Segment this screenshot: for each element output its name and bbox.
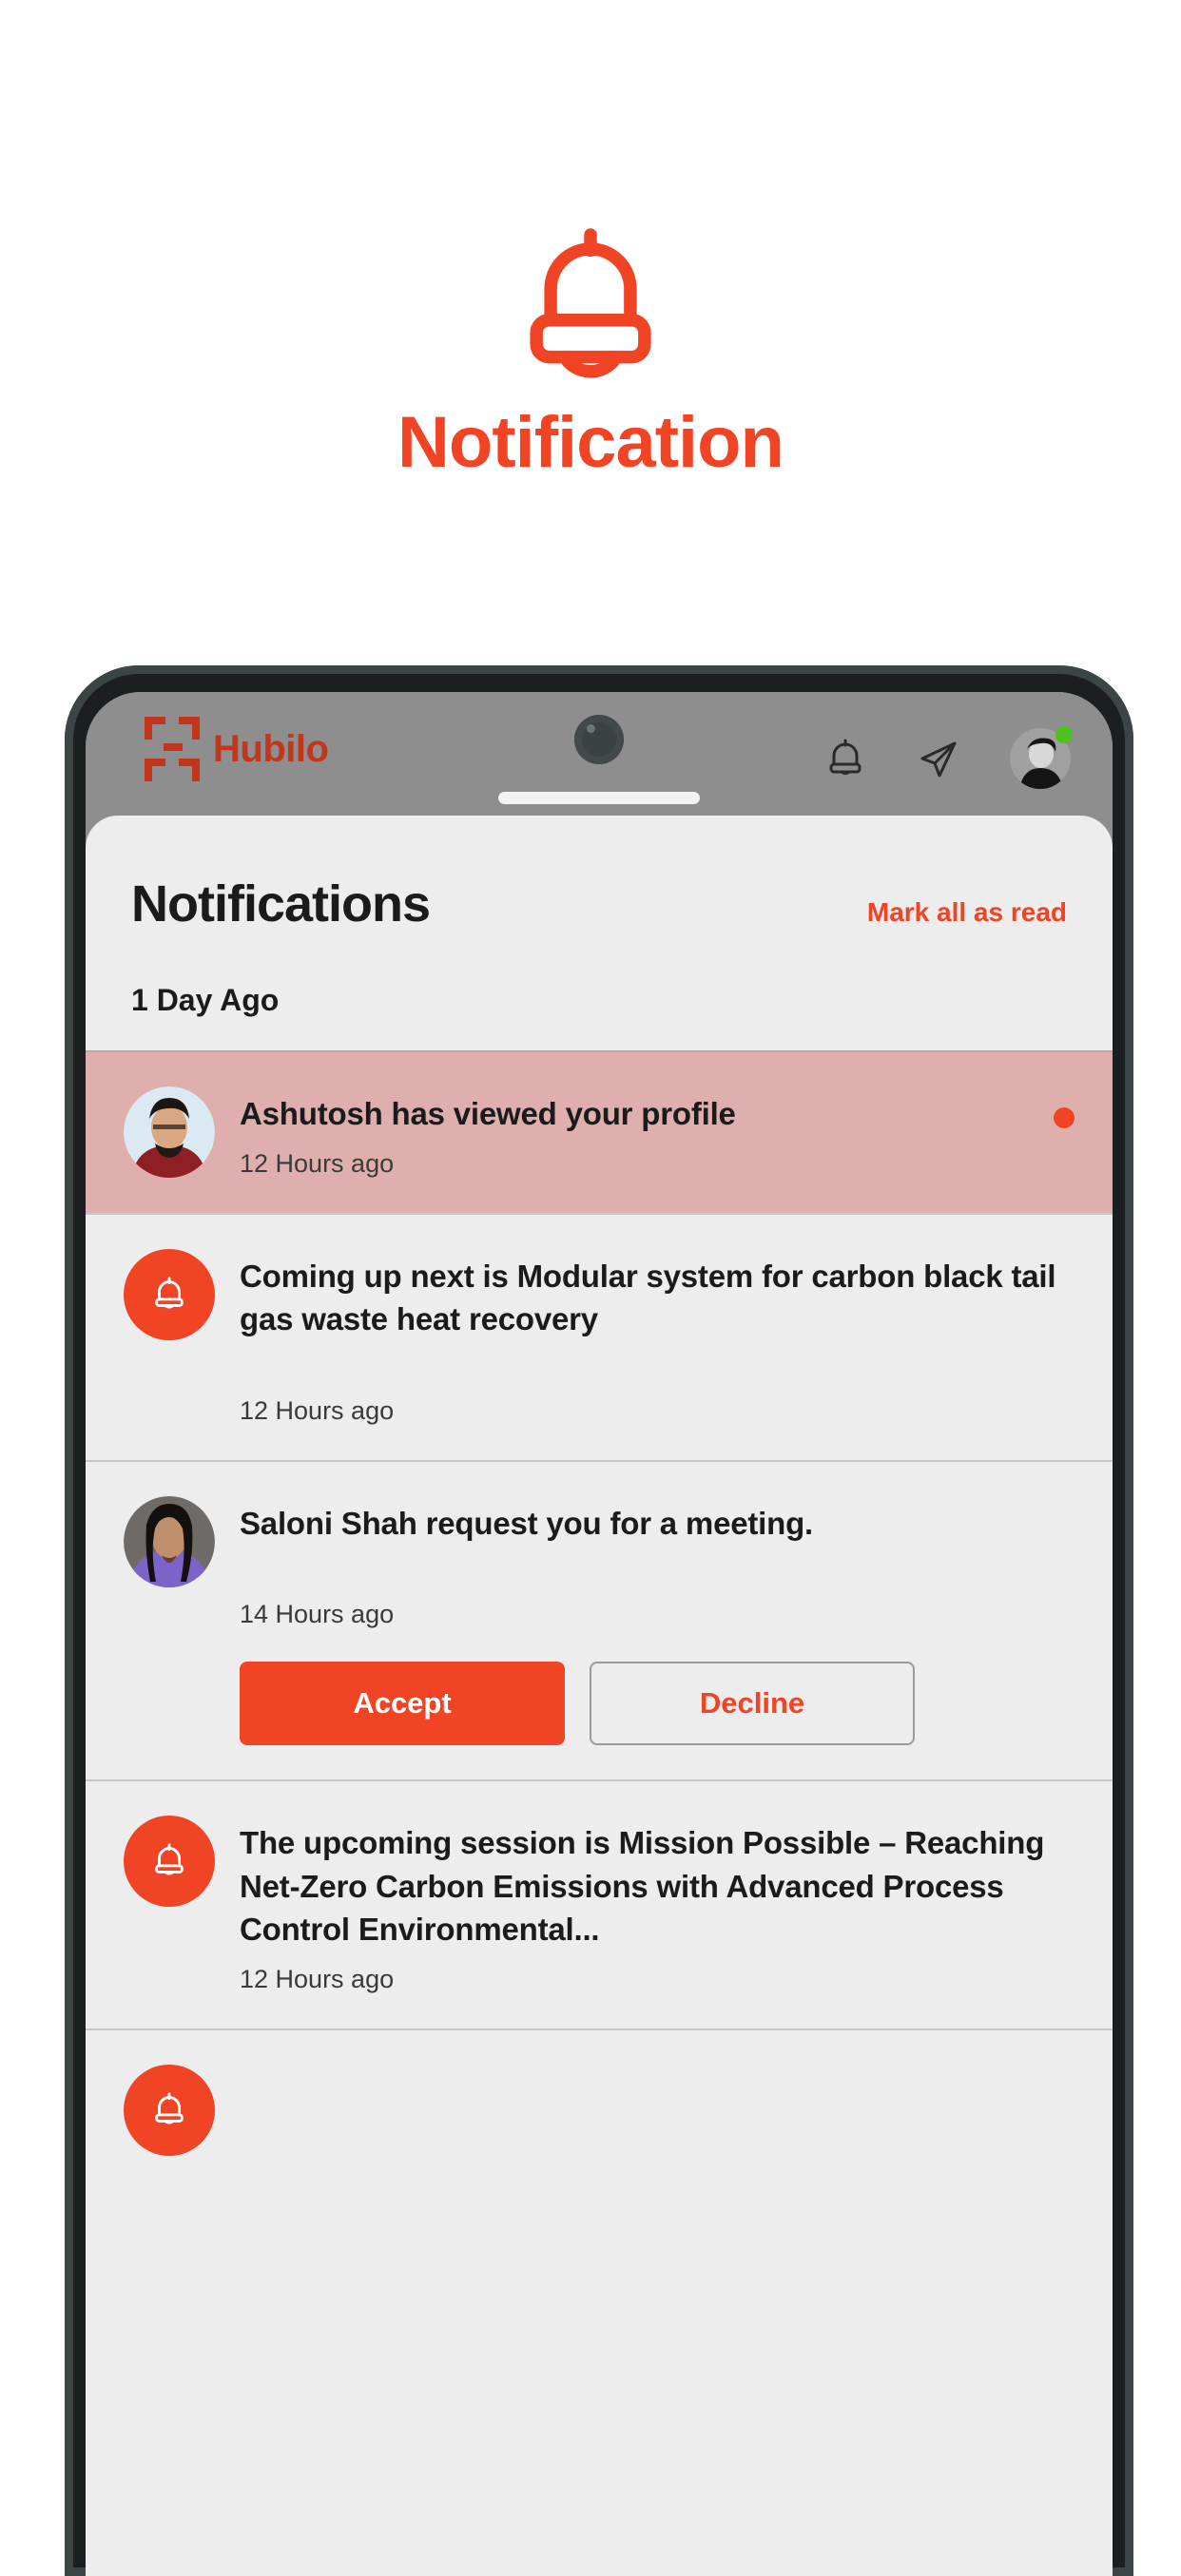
notifications-sheet: Notifications Mark all as read 1 Day Ago [86,816,1113,2576]
brand-name: Hubilo [213,727,329,770]
page-title: Notification [397,402,784,483]
notification-bell-avatar [124,1248,215,1340]
bell-icon [155,1276,184,1308]
notification-actions: Accept Decline [240,1662,1075,1746]
user-avatar[interactable] [124,1495,215,1587]
unread-indicator-dot [1054,1107,1075,1128]
notifications-title: Notifications [131,875,431,932]
notification-row[interactable] [86,2028,1113,2190]
hero-section: Notification [0,0,1181,656]
notification-text: The upcoming session is Mission Possible… [240,1825,1045,1948]
home-indicator [498,792,700,804]
bell-icon [155,1843,184,1875]
avatar-photo-illustration [124,1495,215,1587]
notification-row[interactable]: The upcoming session is Mission Possible… [86,1779,1113,2028]
camera-punch-hole [574,715,624,764]
bell-icon[interactable] [823,737,867,780]
brand[interactable]: Hubilo [143,715,329,783]
phone-screen: Hubilo Notifications Mark all as read 1 … [86,692,1113,2576]
notification-time: 12 Hours ago [240,1964,395,1993]
sheet-header: Notifications Mark all as read [86,816,1113,933]
phone-frame: Hubilo Notifications Mark all as read 1 … [65,665,1133,2576]
mark-all-as-read-button[interactable]: Mark all as read [867,897,1067,928]
decline-button[interactable]: Decline [590,1662,915,1746]
notification-text: Coming up next is Modular system for car… [240,1258,1056,1337]
user-avatar[interactable] [124,1086,215,1178]
notification-time: 12 Hours ago [240,1148,395,1178]
notification-text: Saloni Shah request you for a meeting. [240,1505,814,1541]
hubilo-logo-icon [145,717,200,781]
app-header: Hubilo [86,692,1113,816]
avatar[interactable] [1010,726,1073,789]
notification-bell-avatar [124,1816,215,1908]
notification-text: Ashutosh has viewed your profile [240,1096,736,1131]
paper-plane-icon[interactable] [917,737,960,780]
bell-icon [155,2092,184,2124]
notification-row[interactable]: Ashutosh has viewed your profile 12 Hour… [86,1050,1113,1213]
notification-bell-avatar [124,2064,215,2156]
notification-body: Saloni Shah request you for a meeting. 1… [240,1496,1075,1746]
notification-row[interactable]: Saloni Shah request you for a meeting. 1… [86,1459,1113,1780]
notification-time: 14 Hours ago [240,1600,395,1629]
section-label-1-day-ago: 1 Day Ago [131,983,280,1017]
header-icons [823,726,1073,789]
notification-body: The upcoming session is Mission Possible… [240,1816,1075,1994]
notification-body: Ashutosh has viewed your profile 12 Hour… [240,1086,1036,1179]
notification-list: Ashutosh has viewed your profile 12 Hour… [86,1050,1113,2190]
avatar-photo-illustration [124,1086,215,1178]
notification-body: Coming up next is Modular system for car… [240,1249,1075,1426]
notification-time: 12 Hours ago [240,1395,395,1425]
notification-body [240,2065,1075,2070]
online-status-dot [1055,726,1073,743]
notification-row[interactable]: Coming up next is Modular system for car… [86,1212,1113,1460]
accept-button[interactable]: Accept [240,1662,565,1746]
bell-icon [530,228,651,378]
